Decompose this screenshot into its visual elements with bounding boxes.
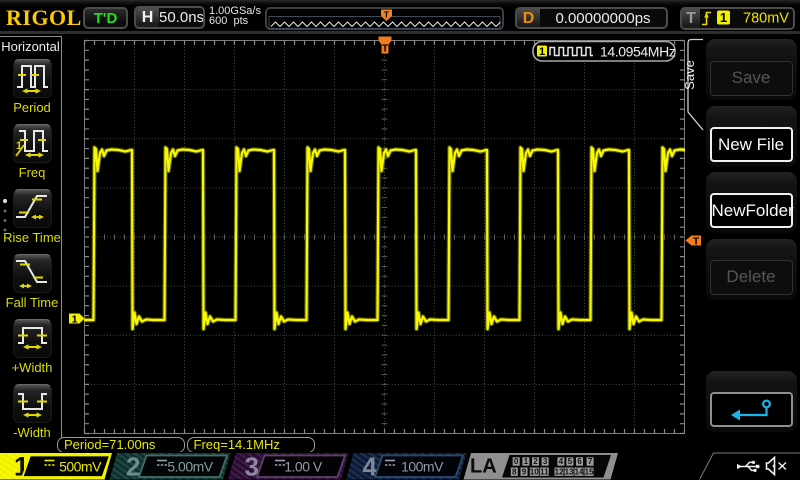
svg-text:1: 1	[72, 313, 78, 325]
svg-text:5: 5	[568, 457, 573, 466]
svg-text:2: 2	[126, 452, 140, 480]
svg-text:14: 14	[574, 467, 584, 476]
svg-text:2: 2	[533, 457, 538, 466]
svg-text:6: 6	[577, 457, 582, 466]
svg-text:Save: Save	[685, 60, 697, 90]
svg-text:1: 1	[524, 457, 529, 466]
svg-text:1: 1	[720, 10, 727, 25]
svg-text:780mV: 780mV	[743, 11, 789, 27]
svg-text:T: T	[693, 236, 699, 247]
svg-text:8: 8	[512, 467, 517, 476]
svg-text:15: 15	[584, 467, 594, 476]
svg-text:5.00mV: 5.00mV	[167, 459, 213, 475]
svg-text:T: T	[384, 11, 389, 20]
svg-text:3: 3	[543, 457, 548, 466]
svg-text:11: 11	[540, 467, 549, 476]
svg-text:1: 1	[539, 46, 545, 58]
svg-text:14.0954MHz: 14.0954MHz	[600, 44, 676, 60]
svg-text:T: T	[382, 44, 388, 55]
svg-text:100mV: 100mV	[401, 459, 444, 475]
svg-text:7: 7	[588, 457, 593, 466]
svg-text:0: 0	[514, 457, 519, 466]
svg-text:9: 9	[522, 467, 527, 476]
svg-text:4: 4	[559, 457, 564, 466]
svg-text:13: 13	[564, 467, 574, 476]
svg-text:1.00 V: 1.00 V	[284, 459, 323, 475]
svg-text:LA: LA	[470, 456, 497, 478]
svg-text:12: 12	[554, 467, 564, 476]
svg-text:10: 10	[530, 467, 540, 476]
svg-text:500mV: 500mV	[59, 459, 102, 475]
